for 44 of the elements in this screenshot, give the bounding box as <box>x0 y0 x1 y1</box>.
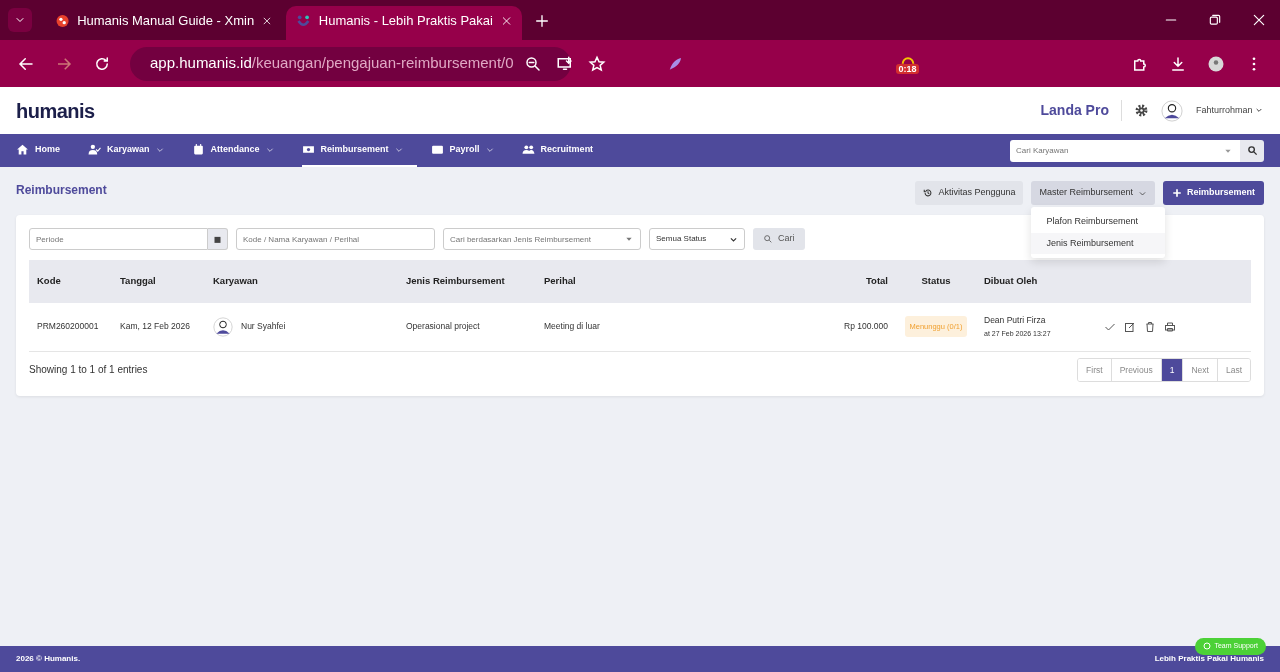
column-header: Total <box>816 260 896 303</box>
period-field[interactable]: Periode <box>29 228 208 250</box>
entries-info: Showing 1 to 1 of 1 entries <box>29 363 148 378</box>
column-header: Kode <box>29 260 112 303</box>
nav-item[interactable]: Reimbursement <box>301 134 417 167</box>
browser-tab[interactable]: Humanis - Lebih Praktis Pakai <box>286 6 522 40</box>
timer-badge: 0:18 <box>896 63 919 74</box>
table-cell: Rp 100.000 <box>816 303 896 351</box>
employee-name: Nur Syahfei <box>241 320 286 334</box>
master-dropdown-button[interactable]: Master Reimbursement <box>1031 181 1155 205</box>
column-header: Karyawan <box>205 260 398 303</box>
logo[interactable]: humanis <box>16 95 95 126</box>
employee-search-field[interactable]: Cari Karyawan <box>1010 139 1224 162</box>
user-menu[interactable]: Fahturrohman <box>1194 102 1264 119</box>
menu-item[interactable]: Plafon Reimbursement <box>1031 211 1166 233</box>
keyword-field[interactable]: Kode / Nama Karyawan / Perihal <box>236 228 435 250</box>
copyright-text: 2026 © Humanis. <box>16 653 81 665</box>
menu-item[interactable]: Jenis Reimbursement <box>1031 232 1166 254</box>
column-header: Tanggal <box>112 260 205 303</box>
url-text: app.humanis.id/keuangan/pengajuan-reimbursement/0 <box>150 53 514 74</box>
column-header: Status <box>896 260 976 303</box>
page-title: Reimbursement <box>16 182 107 199</box>
search-button[interactable]: Cari <box>753 228 805 250</box>
nav-item[interactable]: Attendance <box>191 134 288 167</box>
table-cell: Operasional project <box>398 303 536 351</box>
tagline-text: Lebih Praktis Pakai Humanis <box>1154 653 1264 665</box>
table-cell: Kam, 12 Feb 2026 <box>112 303 205 351</box>
nav-item[interactable]: Payroll <box>430 134 508 167</box>
nav-item[interactable]: Karyawan <box>88 134 178 167</box>
table-cell: Meeting di luar <box>536 303 816 351</box>
column-header: Dibuat Oleh <box>976 260 1096 303</box>
column-header: Jenis Reimbursement <box>398 260 536 303</box>
column-header: Perihal <box>536 260 816 303</box>
creator-name: Dean Putri Firza <box>984 313 1047 327</box>
type-select[interactable]: Cari berdasarkan Jenis Reimbursement <box>443 228 641 250</box>
company-name: Landa Pro <box>1040 100 1122 121</box>
browser-tab[interactable]: Humanis Manual Guide - Xmin <box>46 6 282 40</box>
page-button[interactable]: 1 <box>1160 358 1183 382</box>
table-cell: PRM260200001 <box>29 303 112 351</box>
nav-item[interactable]: Home <box>16 134 74 167</box>
activity-button[interactable]: Aktivitas Pengguna <box>915 181 1024 205</box>
nav-item[interactable]: Recruitment <box>521 134 608 167</box>
add-reimbursement-button[interactable]: Reimbursement <box>1162 181 1264 205</box>
status-select[interactable]: Semua Status <box>649 228 745 250</box>
